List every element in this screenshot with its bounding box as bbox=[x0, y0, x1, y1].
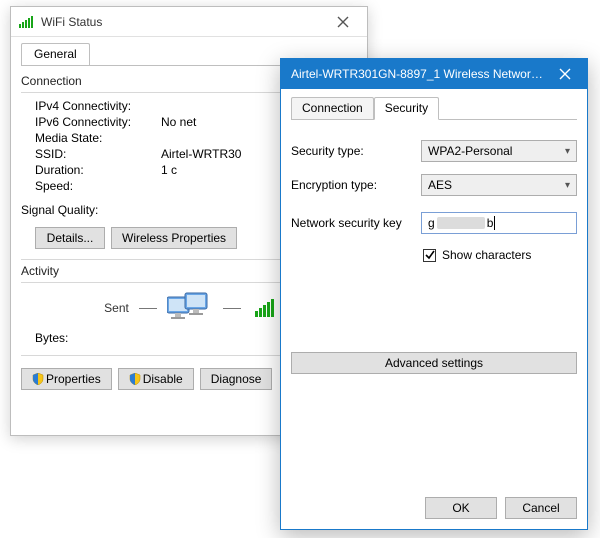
tab-general[interactable]: General bbox=[21, 43, 90, 65]
label-ipv4: IPv4 Connectivity: bbox=[21, 99, 161, 113]
label-bytes: Bytes: bbox=[21, 331, 161, 345]
computers-icon bbox=[167, 291, 213, 325]
chevron-down-icon: ▾ bbox=[565, 146, 570, 157]
shield-icon bbox=[32, 373, 44, 385]
network-key-value-prefix: g bbox=[428, 216, 435, 230]
security-type-label: Security type: bbox=[291, 144, 421, 158]
details-button[interactable]: Details... bbox=[35, 227, 105, 249]
redacted-icon bbox=[437, 217, 485, 229]
label-ssid: SSID: bbox=[21, 147, 161, 161]
encryption-type-label: Encryption type: bbox=[291, 178, 421, 192]
wifi-status-titlebar[interactable]: WiFi Status bbox=[11, 7, 367, 37]
encryption-type-value: AES bbox=[428, 178, 452, 192]
cancel-button[interactable]: Cancel bbox=[505, 497, 577, 519]
advanced-settings-button[interactable]: Advanced settings bbox=[291, 352, 577, 374]
disable-button[interactable]: Disable bbox=[118, 368, 194, 390]
show-characters-checkbox[interactable] bbox=[423, 249, 436, 262]
chevron-down-icon: ▾ bbox=[565, 180, 570, 191]
encryption-type-select[interactable]: AES ▾ bbox=[421, 174, 577, 196]
signal-icon bbox=[19, 16, 35, 28]
close-icon[interactable] bbox=[543, 59, 587, 89]
text-caret bbox=[494, 216, 495, 230]
signal-bars-icon bbox=[255, 299, 274, 317]
diagnose-button[interactable]: Diagnose bbox=[200, 368, 273, 390]
sent-label: Sent bbox=[104, 301, 129, 315]
security-type-value: WPA2-Personal bbox=[428, 144, 512, 158]
wireless-properties-button[interactable]: Wireless Properties bbox=[111, 227, 237, 249]
network-properties-window: Airtel-WRTR301GN-8897_1 Wireless Network… bbox=[280, 58, 588, 530]
label-duration: Duration: bbox=[21, 163, 161, 177]
tab-connection[interactable]: Connection bbox=[291, 97, 374, 119]
security-type-select[interactable]: WPA2-Personal ▾ bbox=[421, 140, 577, 162]
tab-security[interactable]: Security bbox=[374, 97, 439, 120]
ok-button[interactable]: OK bbox=[425, 497, 497, 519]
shield-icon bbox=[129, 373, 141, 385]
network-properties-titlebar[interactable]: Airtel-WRTR301GN-8897_1 Wireless Network… bbox=[281, 59, 587, 89]
label-media-state: Media State: bbox=[21, 131, 161, 145]
disable-button-label: Disable bbox=[143, 372, 183, 386]
network-key-label: Network security key bbox=[291, 216, 421, 230]
label-ipv6: IPv6 Connectivity: bbox=[21, 115, 161, 129]
properties-tabs: Connection Security bbox=[291, 97, 577, 120]
dash-icon bbox=[139, 308, 157, 309]
properties-button-label: Properties bbox=[46, 372, 101, 386]
close-icon[interactable] bbox=[325, 11, 361, 33]
network-key-value-suffix: b bbox=[487, 216, 494, 230]
label-speed: Speed: bbox=[21, 179, 161, 193]
wifi-status-title: WiFi Status bbox=[41, 15, 325, 29]
show-characters-label: Show characters bbox=[442, 248, 531, 262]
network-key-input[interactable]: g b bbox=[421, 212, 577, 234]
label-signal-quality: Signal Quality: bbox=[21, 203, 161, 217]
properties-button[interactable]: Properties bbox=[21, 368, 112, 390]
dash-icon bbox=[223, 308, 241, 309]
network-properties-title: Airtel-WRTR301GN-8897_1 Wireless Network… bbox=[291, 67, 543, 81]
